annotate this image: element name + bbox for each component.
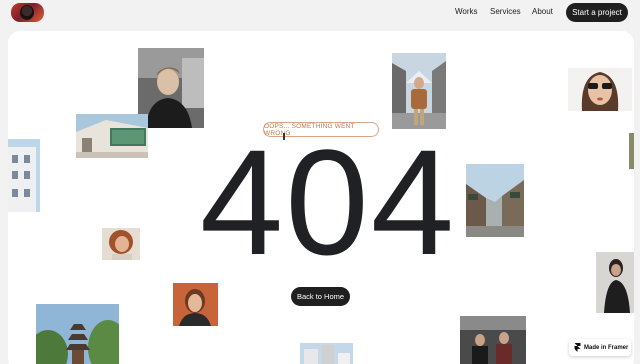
photo-japanese-street (466, 164, 524, 237)
photo-edge-strip (629, 133, 634, 169)
made-in-framer-badge[interactable]: Made in Framer (569, 339, 631, 356)
photo-redhair-woman (173, 283, 218, 326)
top-nav: Works Services About Start a project (0, 0, 640, 26)
back-to-home-button[interactable]: Back to Home (291, 287, 350, 306)
photo-people-bus (460, 316, 526, 364)
photo-curly-woman (102, 228, 140, 260)
photo-sunglasses-woman (568, 68, 632, 111)
nav-link-works[interactable]: Works (455, 7, 478, 16)
brand-logo[interactable] (11, 3, 44, 22)
framer-badge-label: Made in Framer (584, 344, 629, 351)
framer-logo-icon (574, 343, 581, 352)
nav-link-services[interactable]: Services (490, 7, 521, 16)
photo-building (8, 139, 40, 212)
photo-seated-woman (596, 252, 634, 313)
nav-link-about[interactable]: About (532, 7, 553, 16)
photo-greenhouse (76, 114, 148, 158)
text-cursor-icon (283, 133, 285, 140)
photo-pagoda (36, 304, 119, 364)
start-project-button[interactable]: Start a project (566, 3, 628, 22)
error-code: 404 (199, 118, 457, 286)
main-card: OOPS... SOMETHING WENT WRONG 404 Back to… (8, 31, 634, 364)
photo-city-buildings (300, 343, 353, 364)
